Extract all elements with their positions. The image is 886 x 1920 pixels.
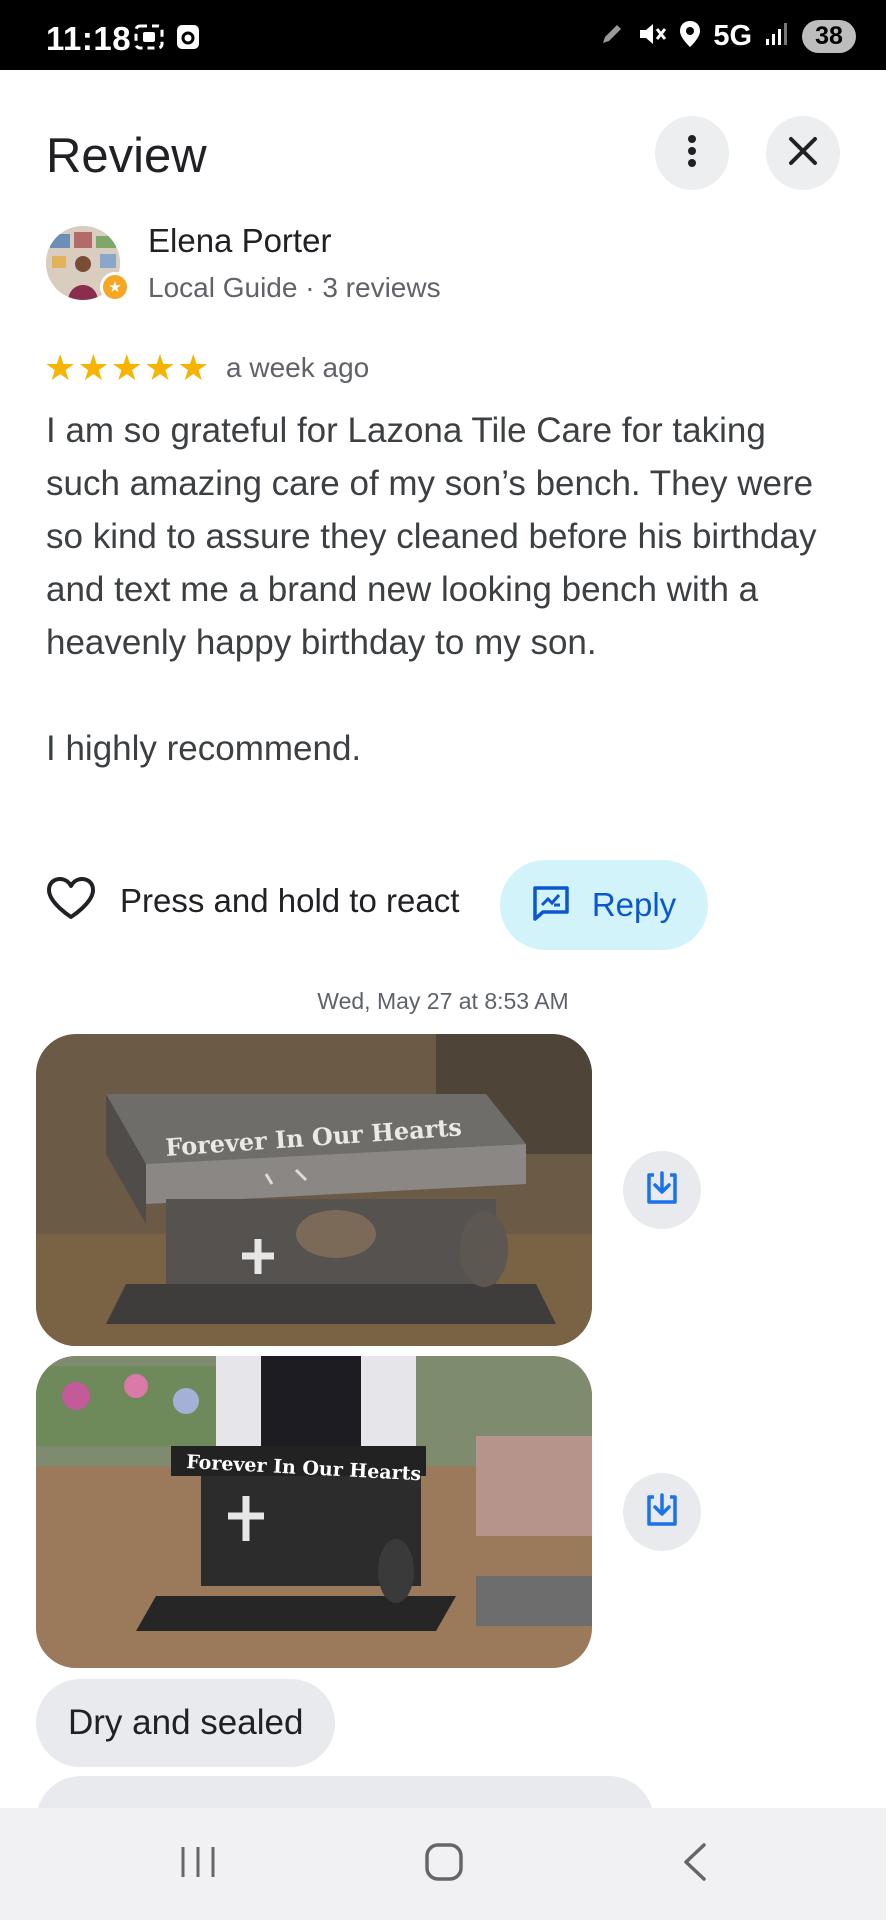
reply-label: Reply (591, 886, 677, 923)
message-bubble[interactable]: Dry and sealed (36, 1679, 336, 1767)
star-icon: ★ (143, 347, 177, 388)
status-bar: 11:18 5G 38 (0, 0, 886, 70)
reviewer-meta: Local Guide · 3 reviews (148, 272, 441, 303)
page-title: Review (46, 129, 207, 183)
more-vert-icon (687, 134, 697, 173)
star-icon: ★ (77, 347, 110, 388)
star-icon: ★ (44, 347, 77, 388)
star-rating: ★ ★ ★ ★ ★ (44, 350, 209, 386)
star-icon: ★ (177, 347, 210, 388)
review-time: a week ago (226, 352, 370, 383)
app-icon (176, 24, 200, 55)
mute-icon (637, 20, 667, 53)
download-icon (644, 1169, 680, 1212)
pen-icon (599, 21, 625, 52)
status-icons: 5G 38 (599, 18, 856, 54)
reviewer-name[interactable]: Elena Porter (148, 222, 331, 260)
download-button[interactable] (623, 1151, 701, 1229)
home-button[interactable] (424, 1842, 464, 1887)
photo-before[interactable]: Forever In Our Hearts (36, 1034, 592, 1346)
photo-after[interactable]: Forever In Our Hearts (36, 1356, 592, 1668)
signal-icon (764, 21, 790, 52)
navigation-bar (0, 1808, 886, 1920)
close-icon (787, 135, 819, 172)
review-paragraph: I highly recommend. (46, 729, 362, 768)
recent-apps-button[interactable] (178, 1842, 218, 1887)
close-button[interactable] (766, 116, 840, 190)
status-time: 11:18 (46, 20, 132, 57)
react-label: Press and hold to react (120, 881, 460, 919)
message-date: Wed, May 27 at 8:53 AM (317, 988, 569, 1014)
more-options-button[interactable] (655, 116, 729, 190)
local-guide-badge: ★ (100, 272, 130, 302)
heart-icon (46, 876, 96, 925)
star-icon: ★ (110, 347, 143, 388)
local-guide-star-icon: ★ (103, 275, 127, 299)
reply-icon (532, 885, 570, 926)
download-icon (644, 1491, 680, 1534)
network-label: 5G (713, 19, 752, 52)
react-button[interactable]: Press and hold to react (46, 876, 459, 925)
battery-indicator: 38 (802, 19, 856, 53)
reply-button[interactable]: Reply (500, 860, 708, 950)
review-text: I am so grateful for Lazona Tile Care fo… (46, 404, 846, 775)
back-button[interactable] (676, 1842, 716, 1887)
screenshot-icon (134, 24, 164, 55)
download-button[interactable] (623, 1473, 701, 1551)
location-icon (679, 20, 701, 53)
review-paragraph: I am so grateful for Lazona Tile Care fo… (46, 411, 817, 662)
